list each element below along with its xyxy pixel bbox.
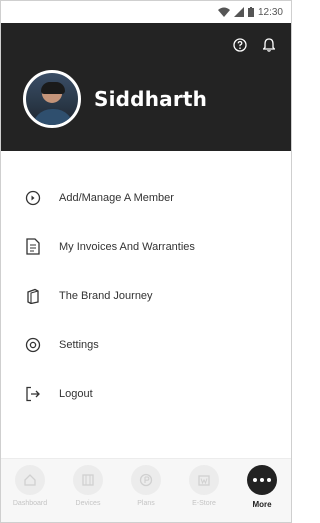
- bottom-nav: Dashboard Devices Plans E-Store More: [1, 458, 291, 522]
- nav-label: Plans: [137, 500, 155, 507]
- estore-icon: [189, 465, 219, 495]
- logout-icon: [23, 384, 43, 404]
- menu-list: Add/Manage A Member My Invoices And Warr…: [1, 173, 291, 418]
- settings-icon: [23, 335, 43, 355]
- avatar[interactable]: [23, 70, 81, 128]
- nav-item-dashboard[interactable]: Dashboard: [4, 465, 56, 507]
- menu-item-label: My Invoices And Warranties: [59, 240, 195, 253]
- user-name: Siddharth: [94, 87, 208, 111]
- add-member-icon: [23, 188, 43, 208]
- status-bar: 12:30: [1, 1, 291, 23]
- status-time: 12:30: [257, 6, 283, 18]
- header-actions: [233, 38, 275, 52]
- devices-icon: [73, 465, 103, 495]
- menu-item-label: Logout: [59, 387, 93, 400]
- profile-header: Siddharth: [1, 23, 291, 151]
- menu-item-label: Settings: [59, 338, 99, 351]
- nav-item-estore[interactable]: E-Store: [178, 465, 230, 507]
- app-screen: 12:30 Siddharth Add/Manage A Member My I…: [0, 0, 292, 523]
- menu-item-logout[interactable]: Logout: [1, 369, 291, 418]
- signal-icon: [233, 7, 244, 17]
- more-icon: [247, 465, 277, 495]
- book-icon: [23, 286, 43, 306]
- help-icon[interactable]: [233, 38, 247, 52]
- bell-icon[interactable]: [263, 38, 275, 52]
- menu-item-label: Add/Manage A Member: [59, 191, 174, 204]
- nav-label: Dashboard: [12, 500, 48, 507]
- nav-item-plans[interactable]: Plans: [120, 465, 172, 507]
- nav-item-more[interactable]: More: [236, 465, 288, 509]
- menu-item-add-member[interactable]: Add/Manage A Member: [1, 173, 291, 222]
- nav-label: More: [252, 500, 272, 509]
- nav-label: E-Store: [192, 500, 216, 507]
- menu-item-label: The Brand Journey: [59, 289, 153, 302]
- avatar-hair: [41, 82, 65, 94]
- nav-item-devices[interactable]: Devices: [62, 465, 114, 507]
- menu-item-invoices[interactable]: My Invoices And Warranties: [1, 222, 291, 271]
- menu-item-brand-journey[interactable]: The Brand Journey: [1, 271, 291, 320]
- wifi-icon: [217, 7, 230, 17]
- nav-label: Devices: [75, 500, 101, 507]
- invoice-icon: [23, 237, 43, 257]
- dashboard-icon: [15, 465, 45, 495]
- battery-icon: [247, 7, 254, 17]
- avatar-shirt: [32, 109, 74, 125]
- plans-icon: [131, 465, 161, 495]
- menu-item-settings[interactable]: Settings: [1, 320, 291, 369]
